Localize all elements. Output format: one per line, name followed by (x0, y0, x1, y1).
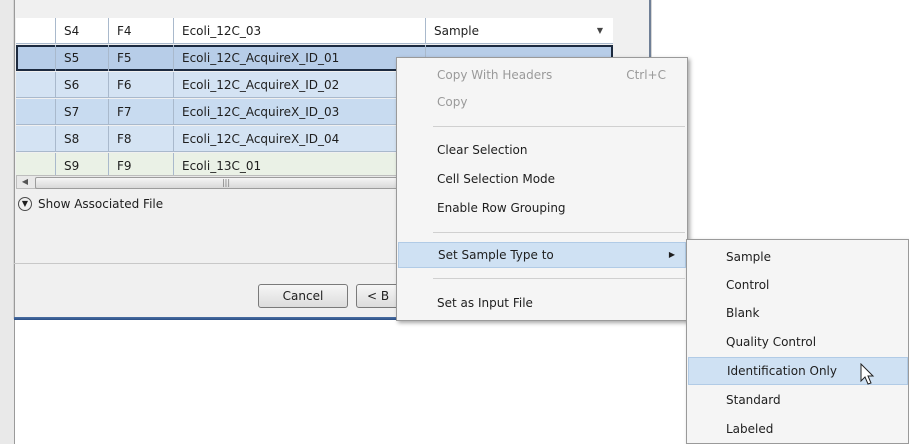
table-cell[interactable]: Ecoli_12C_AcquireX_ID_03 (174, 99, 426, 125)
scrollbar-thumb[interactable]: ||| (35, 177, 417, 189)
sample-type-dropdown[interactable]: Sample ▼ (426, 18, 613, 44)
row-header[interactable] (16, 45, 56, 71)
context-menu: Copy With Headers Ctrl+C Copy Clear Sele… (396, 57, 688, 321)
menu-separator (433, 232, 685, 233)
table-cell[interactable]: F6 (109, 72, 174, 98)
dropdown-arrow-icon[interactable]: ▼ (597, 18, 603, 44)
table-cell[interactable]: Ecoli_12C_AcquireX_ID_02 (174, 72, 426, 98)
row-header[interactable] (16, 18, 56, 44)
table-cell[interactable]: F5 (109, 45, 174, 71)
table-cell[interactable]: F8 (109, 126, 174, 152)
triangle-right-icon: ▶ (668, 250, 675, 259)
submenu-item-blank[interactable]: Blank (688, 299, 908, 327)
table-cell[interactable]: Ecoli_12C_AcquireX_ID_01 (174, 45, 426, 71)
chevron-down-circle-icon[interactable]: ▼ (18, 197, 32, 211)
submenu-item-quality-control[interactable]: Quality Control (688, 328, 908, 356)
menu-separator (433, 278, 685, 279)
menu-item-set-sample-type[interactable]: Set Sample Type to ▶ (398, 242, 686, 268)
menu-item-copy[interactable]: Copy (398, 89, 686, 115)
menu-item-clear-selection[interactable]: Clear Selection (398, 137, 686, 163)
menu-item-label: Copy With Headers (437, 68, 553, 82)
table-cell[interactable]: F7 (109, 99, 174, 125)
menu-item-cell-selection-mode[interactable]: Cell Selection Mode (398, 166, 686, 192)
table-cell[interactable]: S7 (56, 99, 109, 125)
table-cell[interactable]: S4 (56, 18, 109, 44)
table-cell[interactable]: Ecoli_12C_AcquireX_ID_04 (174, 126, 426, 152)
sample-type-value: Sample (434, 24, 479, 38)
table-cell[interactable]: S6 (56, 72, 109, 98)
submenu-item-labeled[interactable]: Labeled (688, 415, 908, 443)
show-associated-file-label: Show Associated File (38, 197, 164, 211)
scroll-left-icon[interactable]: ◀ (17, 176, 33, 188)
grip-icon: ||| (221, 178, 231, 187)
table-row[interactable]: S4 F4 Ecoli_12C_03 Sample ▼ (16, 18, 613, 44)
menu-item-enable-row-grouping[interactable]: Enable Row Grouping (398, 195, 686, 221)
table-cell[interactable]: S5 (56, 45, 109, 71)
menu-item-set-as-input-file[interactable]: Set as Input File (398, 290, 686, 316)
submenu-item-control[interactable]: Control (688, 271, 908, 299)
menu-item-label: Set Sample Type to (438, 248, 554, 262)
table-cell[interactable]: S8 (56, 126, 109, 152)
shortcut-label: Ctrl+C (626, 68, 666, 82)
submenu-item-standard[interactable]: Standard (688, 386, 908, 414)
menu-separator (433, 126, 685, 127)
mouse-pointer-icon (860, 363, 875, 385)
cancel-button[interactable]: Cancel (258, 284, 348, 308)
row-header[interactable] (16, 72, 56, 98)
menu-item-copy-with-headers[interactable]: Copy With Headers Ctrl+C (398, 62, 686, 88)
row-header[interactable] (16, 126, 56, 152)
table-cell[interactable]: Ecoli_12C_03 (174, 18, 426, 44)
show-associated-file-toggle[interactable]: ▼ Show Associated File (18, 193, 163, 215)
row-header[interactable] (16, 99, 56, 125)
sample-type-submenu: Sample Control Blank Quality Control Ide… (686, 239, 909, 444)
submenu-item-sample[interactable]: Sample (688, 243, 908, 271)
table-cell[interactable]: F4 (109, 18, 174, 44)
